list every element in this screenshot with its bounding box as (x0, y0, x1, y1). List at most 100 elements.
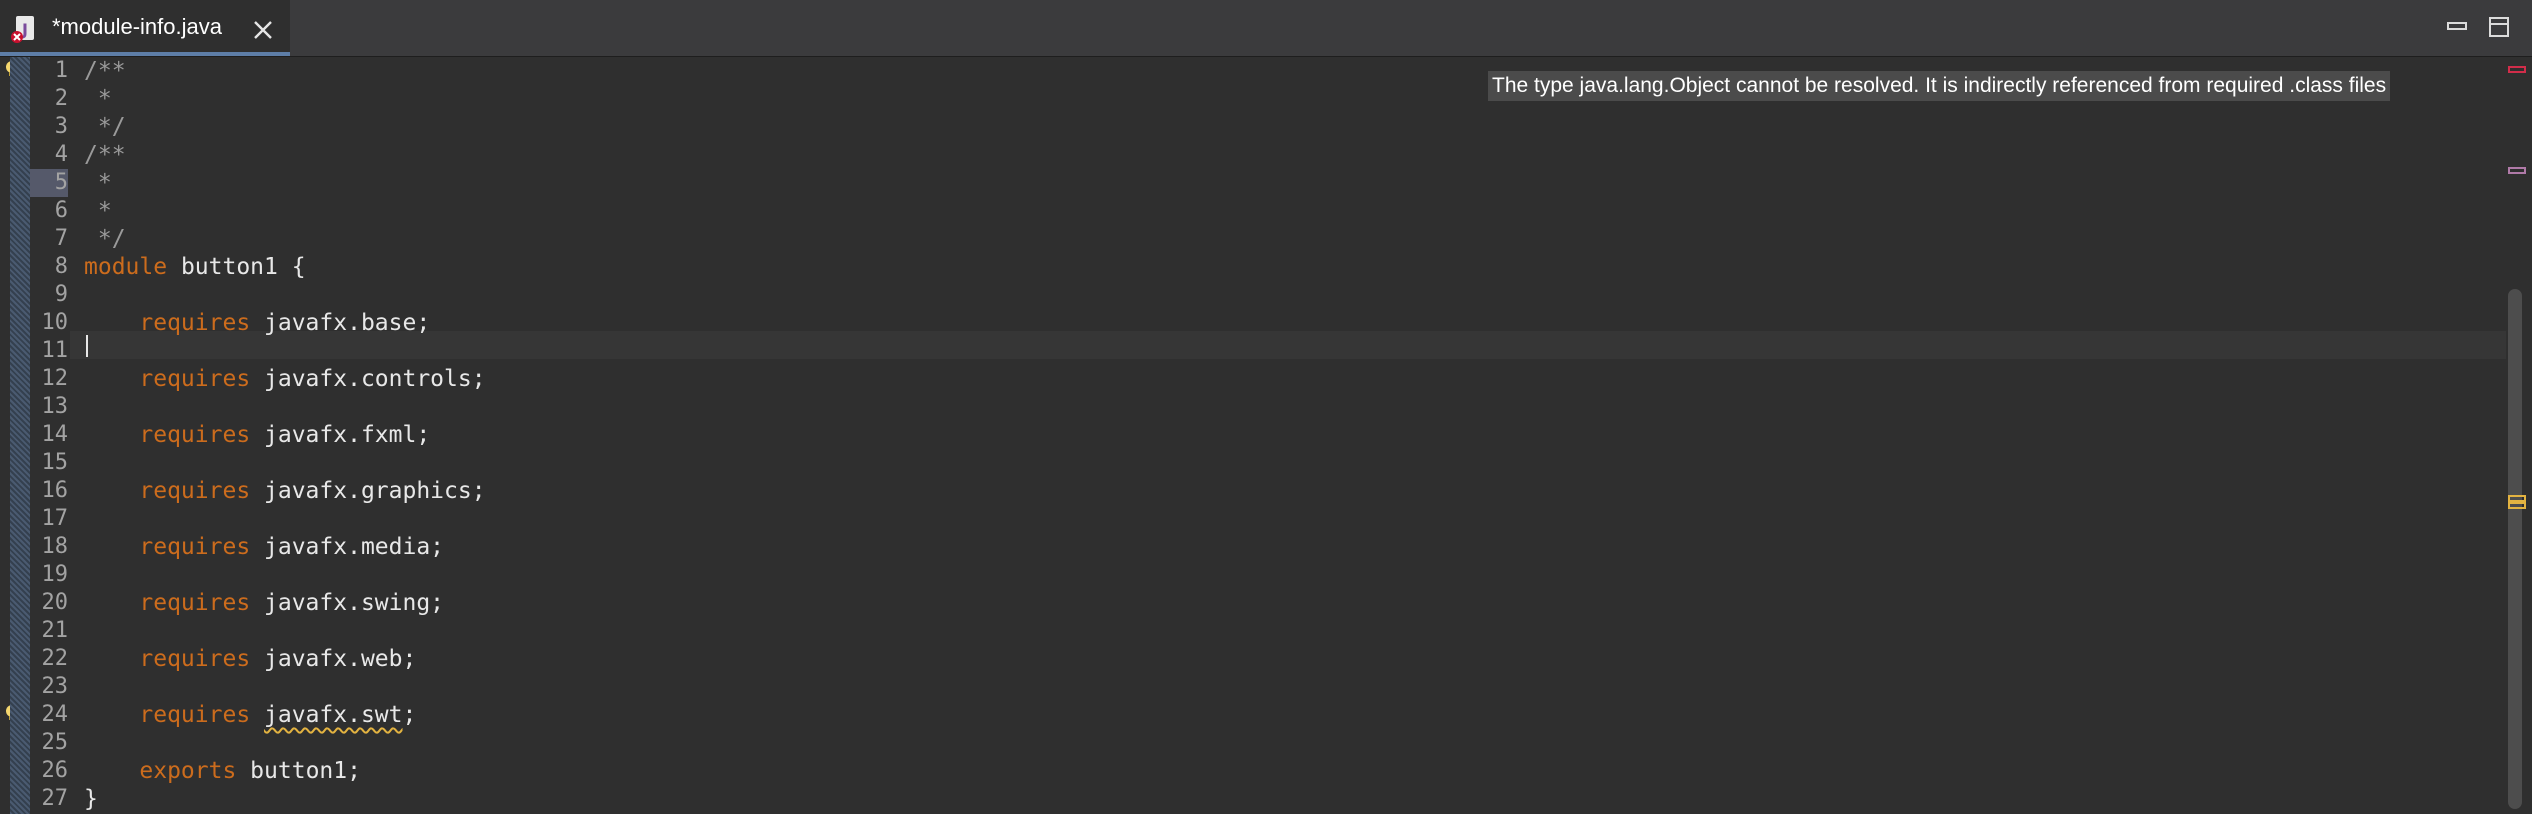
code-line: /** (84, 57, 126, 85)
code-editor[interactable]: 1 2 3 4 5 6 7 8 9 10 11 12 13 14 15 16 17 18 19 20 21 22 23 24 2… (0, 57, 2532, 814)
overview-error-marker[interactable] (2508, 66, 2526, 74)
line-number-ruler: 1 2 3 4 5 6 7 8 9 10 11 12 13 14 15 16 17 18 19 20 21 22 23 24 2… (30, 57, 68, 814)
line-number: 10 (41, 310, 69, 335)
code-token: javafx.swt (264, 702, 403, 728)
overview-occurrence-marker[interactable] (2508, 166, 2526, 174)
text-caret (86, 335, 88, 357)
line-number: 23 (41, 674, 69, 699)
overview-warning-marker[interactable] (2508, 502, 2526, 510)
line-number: 4 (54, 142, 68, 167)
keyword-token: module (84, 254, 168, 280)
keyword-token: requires (139, 590, 251, 616)
maximize-icon[interactable] (2488, 16, 2510, 38)
line-number: 7 (54, 226, 68, 251)
current-line-highlight (70, 331, 2506, 359)
keyword-token: requires (139, 534, 251, 560)
code-token: button1; (236, 758, 361, 784)
code-token: javafx.web; (250, 646, 417, 672)
line-number: 13 (41, 394, 69, 419)
error-hover-tooltip: The type java.lang.Object cannot be reso… (1488, 71, 2391, 101)
code-token: ; (402, 702, 417, 728)
code-token: javafx.media; (250, 534, 445, 560)
code-line: /** (84, 141, 126, 169)
keyword-token: requires (139, 646, 251, 672)
code-token: javafx.base; (250, 310, 431, 336)
line-number: 21 (41, 618, 69, 643)
keyword-token: requires (139, 422, 251, 448)
line-number: 12 (41, 366, 69, 391)
code-line: } (84, 785, 98, 813)
line-number: 6 (54, 198, 68, 223)
comment-token: * (84, 86, 112, 112)
java-module-error-icon: J (10, 14, 40, 44)
keyword-token: requires (139, 366, 251, 392)
overview-warning-marker[interactable] (2508, 494, 2526, 502)
line-number: 9 (54, 282, 68, 307)
line-number: 19 (41, 562, 69, 587)
code-line: module button1 { (84, 253, 306, 281)
keyword-token: requires (139, 702, 251, 728)
line-number: 22 (41, 646, 69, 671)
line-number: 26 (41, 758, 69, 783)
code-line: */ (84, 113, 126, 141)
line-number: 5 (30, 169, 68, 197)
line-number: 2 (54, 86, 68, 111)
annotation-ruler[interactable] (0, 57, 10, 814)
line-number: 1 (54, 58, 68, 83)
keyword-token: exports (139, 758, 237, 784)
code-line: requires javafx.swt; (84, 701, 416, 729)
comment-token: * (84, 198, 112, 224)
code-token: javafx.graphics; (250, 478, 486, 504)
line-number: 18 (41, 534, 69, 559)
code-line: */ (84, 225, 126, 253)
code-token: button1 { (167, 254, 306, 280)
code-line: * (84, 197, 112, 225)
close-icon[interactable] (252, 19, 274, 41)
line-number: 8 (54, 254, 68, 279)
line-number: 11 (41, 338, 69, 363)
line-number: 27 (41, 786, 69, 811)
code-token: javafx.swing; (250, 590, 445, 616)
code-line: requires javafx.controls; (84, 365, 486, 393)
code-token: } (84, 786, 98, 812)
line-number: 17 (41, 506, 69, 531)
code-area[interactable]: /** * *//** * * */module button1 { requi… (70, 57, 2506, 814)
editor-tab-bar: J *module-info.java (0, 0, 2532, 57)
line-number: 25 (41, 730, 69, 755)
code-token: javafx.fxml; (250, 422, 431, 448)
code-line: requires javafx.fxml; (84, 421, 430, 449)
line-number: 24 (41, 702, 69, 727)
tab-module-info[interactable]: J *module-info.java (0, 0, 290, 56)
line-number: 20 (41, 590, 69, 615)
tab-label: *module-info.java (52, 14, 222, 39)
line-number: 16 (41, 478, 69, 503)
overview-ruler[interactable] (2506, 57, 2532, 814)
comment-token: * (84, 170, 112, 196)
keyword-token: requires (139, 478, 251, 504)
code-token: javafx.controls; (250, 366, 486, 392)
code-line: exports button1; (84, 757, 361, 785)
comment-token: /** (84, 142, 126, 168)
vertical-scrollbar-thumb[interactable] (2508, 289, 2522, 809)
keyword-token: requires (139, 310, 251, 336)
code-line: requires javafx.graphics; (84, 477, 486, 505)
line-number: 15 (41, 450, 69, 475)
code-line: * (84, 169, 112, 197)
minimize-icon[interactable] (2446, 16, 2468, 38)
code-line: requires javafx.media; (84, 533, 444, 561)
comment-token: /** (84, 58, 126, 84)
comment-token: */ (84, 114, 126, 140)
code-line: requires javafx.base; (84, 309, 430, 337)
folding-gutter[interactable] (10, 57, 30, 814)
code-line: requires javafx.web; (84, 645, 416, 673)
code-line: requires javafx.swing; (84, 589, 444, 617)
